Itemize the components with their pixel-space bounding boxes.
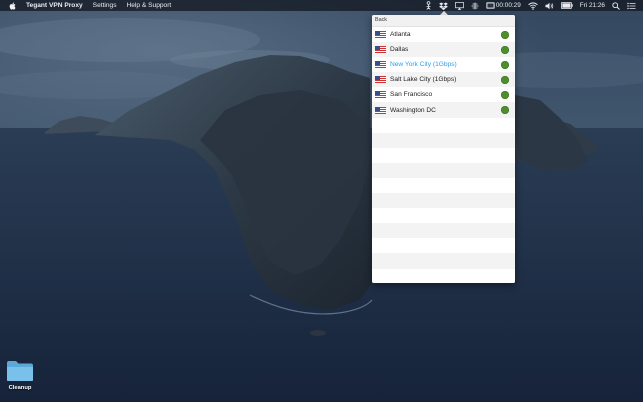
- empty-list-row: [372, 208, 515, 224]
- server-row[interactable]: San Francisco: [372, 87, 515, 103]
- server-name: Dallas: [390, 46, 409, 54]
- server-name: Salt Lake City (1Gbps): [390, 76, 457, 84]
- us-flag-icon: [375, 61, 386, 69]
- server-name: New York City (1Gbps): [390, 61, 457, 69]
- notification-center-icon[interactable]: [627, 0, 636, 11]
- empty-list-row: [372, 223, 515, 239]
- dropbox-icon[interactable]: [438, 0, 448, 11]
- empty-list-row: [372, 253, 515, 269]
- wifi-icon[interactable]: [527, 0, 538, 11]
- empty-list-row: [372, 162, 515, 178]
- folder-label: Cleanup: [8, 385, 32, 391]
- battery-icon[interactable]: [560, 0, 573, 11]
- us-flag-icon: [375, 46, 386, 54]
- menu-bar: Tegant VPN Proxy Settings Help & Support: [0, 0, 643, 11]
- back-button[interactable]: Back: [375, 17, 387, 23]
- empty-list-row: [372, 238, 515, 254]
- server-name: Atlanta: [390, 31, 411, 39]
- popover-header: Back: [372, 15, 515, 27]
- server-status-indicator: [501, 60, 509, 69]
- spotlight-search-icon[interactable]: [612, 0, 620, 11]
- server-row[interactable]: Salt Lake City (1Gbps): [372, 72, 515, 88]
- server-status-indicator: [501, 106, 509, 115]
- help-support-menu[interactable]: Help & Support: [127, 0, 172, 11]
- timer-status[interactable]: 00:00:29: [486, 0, 521, 11]
- desktop-folder-cleanup[interactable]: Cleanup: [3, 360, 37, 400]
- empty-list-row: [372, 147, 515, 163]
- display-icon[interactable]: [471, 0, 479, 11]
- server-row[interactable]: Atlanta: [372, 27, 515, 43]
- vpn-status-icon[interactable]: [425, 0, 432, 11]
- server-status-indicator: [501, 75, 509, 84]
- folder-icon: [7, 361, 33, 381]
- app-menu[interactable]: Tegant VPN Proxy: [26, 0, 83, 11]
- menubar-clock[interactable]: Fri 21:26: [580, 0, 605, 11]
- server-name: Washington DC: [390, 106, 436, 114]
- us-flag-icon: [375, 91, 386, 99]
- vpn-server-popover: Back Atlanta Dallas New York City (1Gbps) S…: [372, 15, 515, 283]
- apple-menu-icon[interactable]: [9, 1, 17, 10]
- us-flag-icon: [375, 76, 386, 84]
- empty-list-row: [372, 177, 515, 194]
- empty-list-row: [372, 117, 515, 133]
- empty-list-row: [372, 132, 515, 148]
- us-flag-icon: [375, 106, 386, 114]
- server-name: San Francisco: [390, 91, 433, 99]
- desktop-wallpaper: [0, 0, 643, 402]
- timer-text: 00:00:29: [495, 2, 521, 9]
- server-status-indicator: [501, 90, 509, 99]
- us-flag-icon: [375, 31, 386, 39]
- settings-menu[interactable]: Settings: [93, 0, 117, 11]
- empty-list-row: [372, 268, 515, 283]
- empty-list-row: [372, 193, 515, 209]
- server-status-indicator: [501, 30, 509, 39]
- server-row[interactable]: New York City (1Gbps): [372, 57, 515, 73]
- airplay-icon[interactable]: [455, 0, 464, 11]
- server-status-indicator: [501, 45, 509, 54]
- server-row[interactable]: Dallas: [372, 42, 515, 58]
- volume-icon[interactable]: [545, 0, 554, 11]
- server-row[interactable]: Washington DC: [372, 102, 515, 118]
- server-list: Atlanta Dallas New York City (1Gbps) Salt L…: [372, 27, 515, 283]
